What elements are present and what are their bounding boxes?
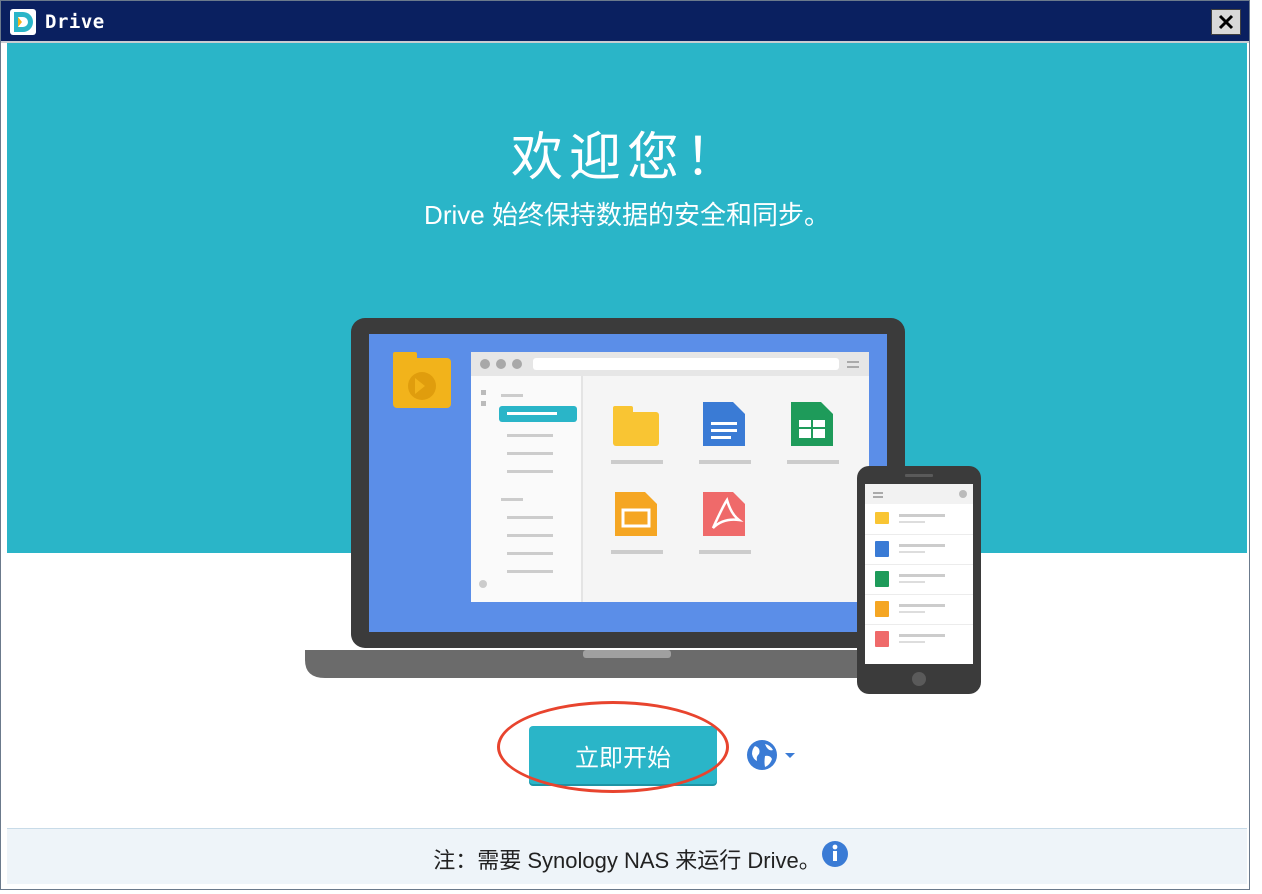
welcome-heading: 欢迎您！ — [510, 128, 743, 188]
drive-logo-icon — [10, 9, 36, 35]
language-selector[interactable] — [745, 738, 803, 772]
start-now-button[interactable]: 立即开始 — [529, 726, 717, 784]
phone-device — [857, 466, 981, 694]
drive-folder-icon — [393, 352, 451, 408]
window-title: Drive — [45, 11, 105, 33]
chevron-down-icon — [785, 753, 795, 758]
app-window: Drive 欢迎您！ Drive 始终保持数据的安全和同步。 立即开始 注：需要… — [0, 0, 1250, 890]
devices-illustration — [305, 318, 981, 694]
info-icon[interactable] — [821, 840, 849, 868]
footer-note: 注：需要 Synology NAS 来运行 Drive。 — [433, 848, 821, 873]
window-right-edge — [1250, 0, 1262, 894]
close-button[interactable] — [1211, 9, 1241, 35]
footer-note-bar: 注：需要 Synology NAS 来运行 Drive。 — [7, 828, 1247, 884]
globe-icon — [747, 740, 777, 770]
title-bar[interactable]: Drive — [1, 1, 1249, 43]
welcome-subtitle: Drive 始终保持数据的安全和同步。 — [424, 200, 830, 230]
close-icon — [1218, 14, 1234, 30]
